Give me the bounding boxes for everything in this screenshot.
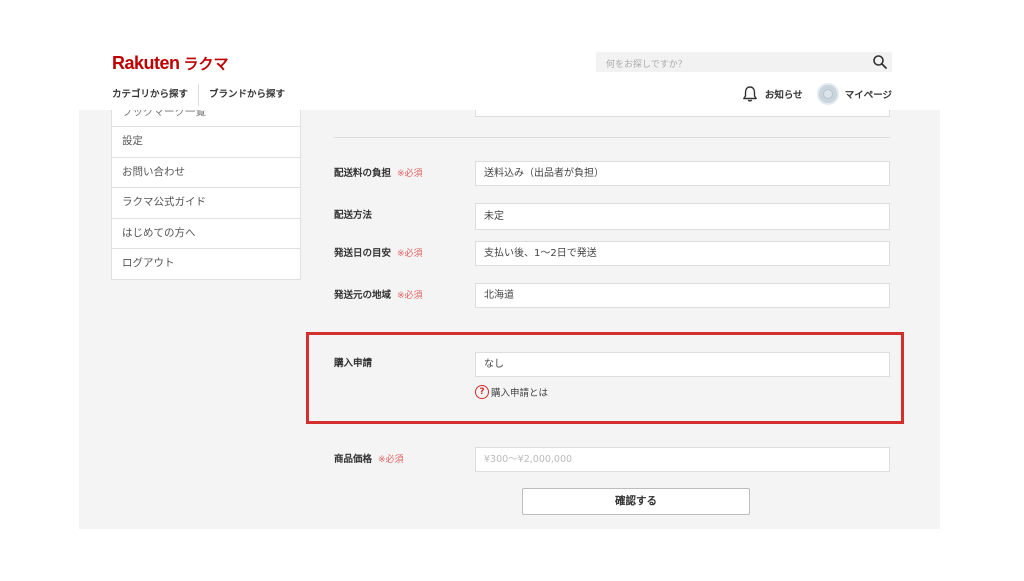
confirm-button[interactable]: 確認する: [522, 488, 750, 515]
avatar-icon: [822, 89, 833, 99]
required-mark: ※必須: [397, 169, 423, 179]
previous-field-edge: [475, 110, 890, 117]
sidebar-item-logout[interactable]: ログアウト: [112, 248, 300, 279]
nav-category[interactable]: カテゴリから探す: [112, 86, 198, 104]
mypage-link[interactable]: マイページ: [845, 87, 892, 101]
shipping-fee-label-text: 配送料の負担: [334, 168, 392, 179]
ship-region-label-text: 発送元の地域: [334, 290, 392, 301]
bell-icon[interactable]: [741, 85, 759, 103]
shipping-method-label: 配送方法: [334, 209, 372, 223]
sidebar-item-cut[interactable]: ブックマーク一覧: [112, 110, 300, 126]
search-icon[interactable]: [872, 54, 888, 70]
header-actions: お知らせ マイページ: [741, 82, 892, 106]
sidebar-item-settings[interactable]: 設定: [112, 126, 300, 157]
logo-rakuten-text: Rakuten: [112, 53, 180, 73]
ship-region-label: 発送元の地域 ※必須: [334, 289, 423, 303]
search-input[interactable]: [596, 55, 856, 75]
ship-days-select[interactable]: 支払い後、1〜2日で発送: [475, 241, 890, 266]
purchase-request-select[interactable]: なし: [475, 352, 890, 377]
sidebar-item-contact[interactable]: お問い合わせ: [112, 156, 300, 188]
purchase-request-help-link[interactable]: ? 購入申請とは: [475, 384, 548, 400]
sidebar-item-guide[interactable]: ラクマ公式ガイド: [112, 187, 300, 218]
purchase-request-label-text: 購入申請: [334, 358, 373, 369]
sidebar-menu: ブックマーク一覧 設定 お問い合わせ ラクマ公式ガイド はじめての方へ ログアウ…: [111, 110, 301, 280]
help-link-text: 購入申請とは: [491, 388, 549, 399]
notifications-link[interactable]: お知らせ: [765, 87, 803, 101]
main-nav: カテゴリから探す ブランドから探す: [112, 84, 295, 106]
question-circle-icon: ?: [475, 385, 489, 399]
price-label: 商品価格 ※必須: [334, 453, 404, 467]
shipping-method-select[interactable]: 未定: [475, 203, 890, 230]
ship-days-label-text: 発送日の目安: [334, 248, 392, 259]
nav-brand[interactable]: ブランドから探す: [199, 86, 295, 104]
price-input[interactable]: ¥300〜¥2,000,000: [475, 447, 890, 472]
shipping-fee-select[interactable]: 送料込み（出品者が負担）: [475, 161, 890, 186]
highlight-frame: [306, 332, 904, 424]
required-mark: ※必須: [397, 291, 423, 301]
logo-rakuma-text: ラクマ: [183, 55, 229, 73]
form-divider: [334, 137, 890, 138]
required-mark: ※必須: [378, 455, 404, 465]
rakuma-logo[interactable]: Rakuten ラクマ: [112, 53, 229, 75]
shipping-method-label-text: 配送方法: [334, 210, 373, 221]
ship-region-select[interactable]: 北海道: [475, 283, 890, 308]
avatar[interactable]: [816, 83, 839, 105]
sidebar-item-beginners[interactable]: はじめての方へ: [112, 217, 300, 249]
price-label-text: 商品価格: [334, 454, 373, 465]
shipping-fee-label: 配送料の負担 ※必須: [334, 167, 423, 181]
purchase-request-label: 購入申請: [334, 357, 372, 371]
required-mark: ※必須: [397, 249, 423, 259]
ship-days-label: 発送日の目安 ※必須: [334, 247, 423, 261]
search-bar: [596, 52, 892, 75]
